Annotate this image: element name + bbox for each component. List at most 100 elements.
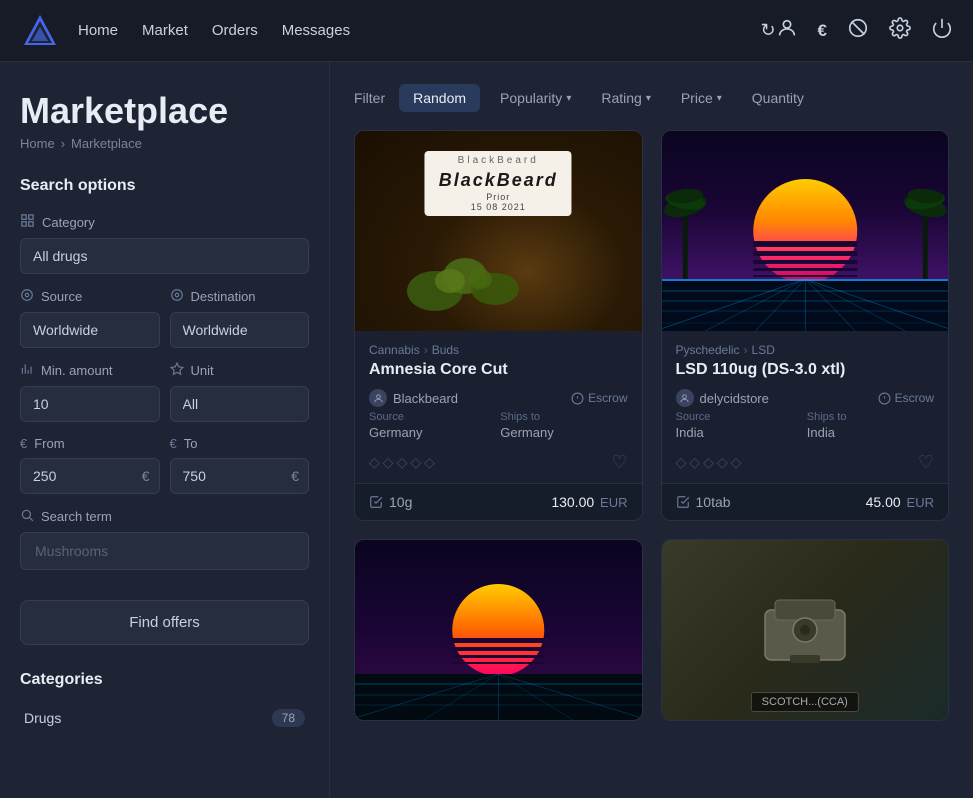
settings-icon[interactable] [889, 17, 911, 45]
price-chevron-icon: ▾ [717, 93, 722, 104]
search-icon [20, 508, 34, 525]
source-col: Source Worldwide [20, 288, 160, 348]
nav-messages[interactable]: Messages [282, 22, 350, 39]
from-label: € From [20, 436, 160, 451]
search-term-row: Search term [20, 508, 309, 586]
qty-icon-1 [369, 495, 383, 509]
product-footer-2: 10tab 45.00 EUR [662, 483, 949, 520]
category-select[interactable]: All drugs [20, 238, 309, 274]
breadcrumb: Home › Marketplace [20, 136, 309, 151]
from-input[interactable] [20, 458, 160, 494]
product-category-1: Cannabis › Buds [369, 343, 628, 357]
product-grid: ARCHETYP BlackBeard BlackBeard Prior15 0… [354, 130, 949, 721]
source-value-2: India [676, 425, 803, 440]
product-meta-1: Blackbeard Escrow [369, 389, 628, 407]
star-1-2: ◇ [383, 454, 394, 471]
chart-icon [20, 362, 34, 379]
product-cat-sub-2: LSD [752, 343, 775, 357]
product-price-1: 130.00 EUR [551, 494, 627, 510]
product-body-1: Cannabis › Buds Amnesia Core Cut Blackbe… [355, 331, 642, 483]
navbar: Home Market Orders Messages ↻ € [0, 0, 973, 62]
source-destination-row: Source Worldwide Destination Worldwide [20, 288, 309, 348]
destination-select[interactable]: Worldwide [170, 312, 310, 348]
product-card-1[interactable]: ARCHETYP BlackBeard BlackBeard Prior15 0… [354, 130, 643, 521]
currency-icon[interactable]: € [818, 21, 827, 41]
safety-icon[interactable] [847, 17, 869, 45]
cat-sep-1: › [424, 343, 428, 357]
search-term-input[interactable] [20, 532, 309, 570]
breadcrumb-home[interactable]: Home [20, 136, 55, 151]
ships-to-info-2: Ships to India [807, 411, 934, 440]
to-input[interactable] [170, 458, 310, 494]
product-cat-main-1: Cannabis [369, 343, 420, 357]
price-filter-btn[interactable]: Price ▾ [671, 84, 732, 112]
escrow-row-1: Escrow [571, 391, 627, 405]
main-layout: Marketplace Home › Marketplace Search op… [0, 62, 973, 798]
product-cat-sub-1: Buds [432, 343, 459, 357]
random-filter-btn[interactable]: Random [399, 84, 480, 112]
ships-to-info-1: Ships to Germany [500, 411, 627, 440]
source-info-2: Source India [676, 411, 803, 440]
scotch-label: SCOTCH...(CCA) [751, 692, 859, 712]
from-euro-icon: € [20, 436, 27, 451]
nav-market[interactable]: Market [142, 22, 188, 39]
heart-icon-1[interactable]: ♡ [611, 452, 627, 473]
rating-filter-btn[interactable]: Rating ▾ [591, 84, 661, 112]
escrow-row-2: Escrow [878, 391, 934, 405]
user-icon[interactable] [776, 17, 798, 45]
breadcrumb-sep: › [61, 136, 65, 151]
product-card-2[interactable]: ARCHETYP [661, 130, 950, 521]
app-logo [20, 11, 60, 51]
info-icon-1 [571, 392, 584, 405]
vendor-name-1[interactable]: Blackbeard [393, 391, 458, 406]
star-1-4: ◇ [410, 454, 421, 471]
heart-icon-2[interactable]: ♡ [918, 452, 934, 473]
product-price-2: 45.00 EUR [866, 494, 934, 510]
nav-links: Home Market Orders Messages [78, 22, 760, 39]
product-card-4[interactable]: ARCHETYP SCOTCH...(CCA) [661, 539, 950, 721]
source-icon [20, 288, 34, 305]
product-category-2: Pyschedelic › LSD [676, 343, 935, 357]
product-card-3[interactable]: ARCHETYP [354, 539, 643, 721]
refresh-icon[interactable]: ↻ [760, 20, 775, 41]
product-footer-1: 10g 130.00 EUR [355, 483, 642, 520]
from-input-wrapper: € [20, 458, 160, 494]
popularity-chevron-icon: ▾ [566, 93, 571, 104]
popularity-filter-btn[interactable]: Popularity ▾ [490, 84, 581, 112]
from-to-row: € From € € To € [20, 436, 309, 494]
stars-2: ◇ ◇ ◇ ◇ ◇ [676, 454, 742, 471]
category-drugs-label: Drugs [24, 710, 61, 726]
product-image-4: ARCHETYP SCOTCH...(CCA) [662, 540, 949, 720]
qty-value-2: 10tab [696, 494, 731, 510]
unit-select[interactable]: All [170, 386, 310, 422]
quantity-filter-btn[interactable]: Quantity [742, 84, 814, 112]
page-title: Marketplace [20, 90, 309, 132]
qty-value-1: 10g [389, 494, 412, 510]
nav-orders[interactable]: Orders [212, 22, 258, 39]
shipping-row-2: Source India Ships to India [676, 411, 935, 440]
bottom-img-3 [355, 540, 642, 720]
category-label: Category [20, 213, 309, 231]
to-col: € To € [170, 436, 310, 494]
find-offers-button[interactable]: Find offers [20, 600, 309, 645]
source-select[interactable]: Worldwide [20, 312, 160, 348]
min-amount-input[interactable] [20, 386, 160, 422]
star-1-1: ◇ [369, 454, 380, 471]
power-icon[interactable] [931, 17, 953, 45]
product-name-2: LSD 110ug (DS-3.0 xtl) [676, 361, 935, 379]
product-name-1: Amnesia Core Cut [369, 361, 628, 379]
vendor-name-2[interactable]: delycidstore [700, 391, 769, 406]
vendor-icon-1 [369, 389, 387, 407]
unit-label: Unit [170, 362, 310, 379]
category-drugs-badge: 78 [272, 709, 305, 727]
category-drugs-item[interactable]: Drugs 78 [20, 701, 309, 735]
product-body-2: Pyschedelic › LSD LSD 110ug (DS-3.0 xtl)… [662, 331, 949, 483]
vendor-row-2: delycidstore [676, 389, 769, 407]
ships-to-label-2: Ships to [807, 411, 934, 423]
min-amount-col: Min. amount [20, 362, 160, 422]
nav-home[interactable]: Home [78, 22, 118, 39]
info-icon-2 [878, 392, 891, 405]
min-amount-label: Min. amount [20, 362, 160, 379]
star-1-5: ◇ [424, 454, 435, 471]
star-2-4: ◇ [717, 454, 728, 471]
